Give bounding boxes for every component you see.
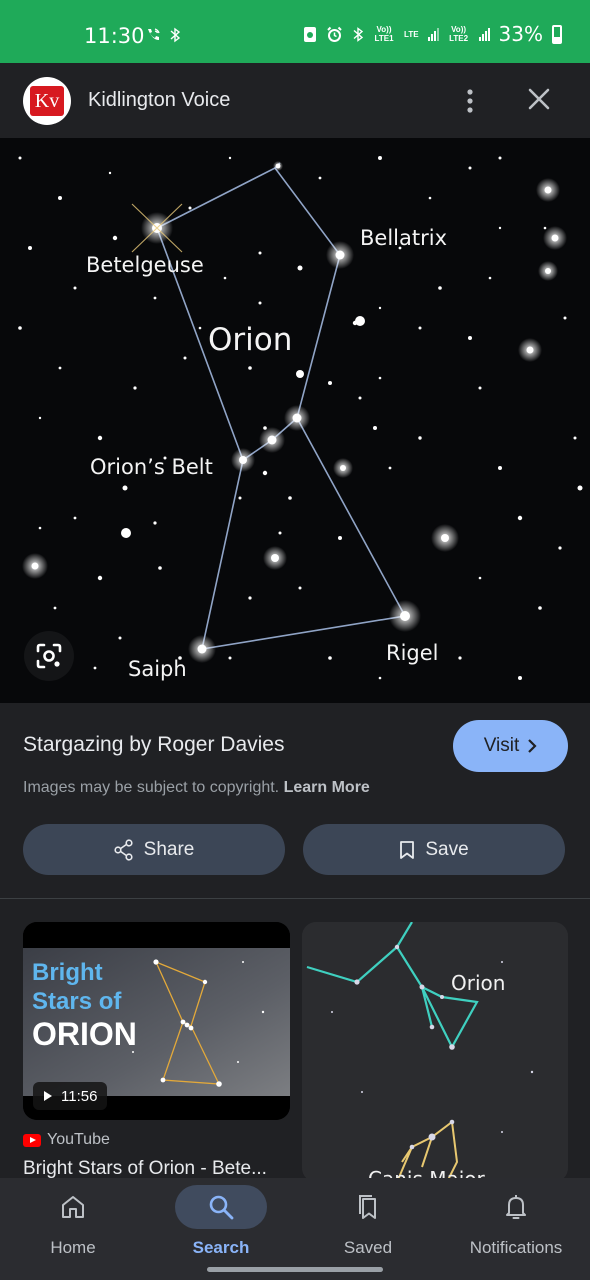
image-title: Stargazing by Roger Davies (23, 733, 285, 756)
nav-search[interactable]: Search (175, 1178, 267, 1280)
learn-more-link[interactable]: Learn More (284, 779, 370, 796)
label-saiph: Saiph (128, 657, 187, 681)
site-logo[interactable]: Kv (23, 77, 71, 125)
more-vert-icon[interactable] (458, 87, 482, 115)
result-title[interactable]: Bright Stars of Orion - Bete... (23, 1158, 267, 1180)
google-lens-button[interactable] (24, 631, 74, 681)
lte-indicator: LTE (404, 29, 419, 39)
youtube-icon (23, 1133, 41, 1147)
divider (0, 898, 590, 899)
alarm-icon (327, 26, 342, 42)
close-icon[interactable] (525, 85, 553, 113)
video-duration-badge: 11:56 (33, 1082, 108, 1110)
nav-notifications-label: Notifications (469, 1238, 563, 1257)
source-name: YouTube (47, 1131, 110, 1148)
orion-constellation-image[interactable]: Betelgeuse Bellatrix Orion Orion’s Belt … (0, 138, 590, 703)
nav-home-label: Home (50, 1238, 96, 1257)
label-orions-belt: Orion’s Belt (90, 455, 213, 479)
label-orion: Orion (208, 322, 292, 358)
label-bellatrix: Bellatrix (360, 226, 447, 250)
status-bar: 11:30 Vo)) LTE1 LTE Vo)) LTE2 33% (0, 0, 590, 63)
nav-home[interactable]: Home (27, 1178, 119, 1280)
lens-icon (36, 643, 62, 669)
visit-label: Visit (483, 735, 520, 756)
visit-button[interactable]: Visit (453, 720, 568, 772)
copyright-notice: Images may be subject to copyright. Lear… (23, 779, 370, 797)
related-result-card-2[interactable]: Orion Canis Major (302, 922, 568, 1182)
result-source: YouTube (23, 1131, 110, 1149)
volte2-indicator: Vo)) LTE2 (449, 25, 469, 43)
wifi-call-icon (148, 28, 160, 40)
duration-text: 11:56 (61, 1087, 98, 1105)
share-label: Share (143, 838, 195, 860)
thumb-line2: Stars of (32, 988, 122, 1015)
bright-stars (22, 161, 567, 663)
label-betelgeuse: Betelgeuse (86, 253, 204, 277)
thumb-line1: Bright (32, 959, 103, 986)
volte1-indicator: Vo)) LTE1 (374, 25, 394, 43)
site-logo-text: Kv (30, 86, 64, 116)
thumb2-label-orion: Orion (451, 971, 505, 995)
search-icon (209, 1195, 234, 1220)
viewer-header: Kv Kidlington Voice (0, 63, 590, 138)
related-result-card[interactable]: Bright Stars of ORION 11:56 (23, 922, 290, 1120)
thumb-line3: ORION (32, 1016, 137, 1052)
constellation-illustration: Betelgeuse Bellatrix Orion Orion’s Belt … (18, 156, 583, 681)
share-icon (114, 838, 133, 861)
share-button[interactable]: Share (23, 824, 285, 875)
chevron-right-icon (528, 739, 537, 753)
save-button[interactable]: Save (303, 824, 565, 875)
nav-saved-label: Saved (343, 1238, 393, 1257)
site-name[interactable]: Kidlington Voice (88, 89, 230, 112)
signal-icon-2 (478, 27, 490, 41)
nfc-icon (304, 26, 317, 42)
battery-percent: 33% (498, 22, 543, 46)
bluetooth-icon-2 (353, 26, 364, 42)
save-label: Save (425, 838, 469, 860)
nav-notifications[interactable]: Notifications (456, 1178, 576, 1280)
status-time: 11:30 (84, 24, 145, 48)
nav-saved[interactable]: Saved (322, 1178, 414, 1280)
constellation-thumbnail: Orion Canis Major (302, 922, 568, 1182)
label-rigel: Rigel (386, 641, 439, 665)
home-icon (62, 1196, 84, 1218)
play-icon (44, 1091, 52, 1101)
bluetooth-icon (170, 27, 181, 43)
bell-icon (506, 1195, 526, 1219)
bookmarks-icon (359, 1195, 376, 1219)
bookmark-icon (400, 840, 415, 859)
signal-icon (427, 27, 439, 41)
copyright-text: Images may be subject to copyright. (23, 779, 280, 796)
gesture-bar[interactable] (207, 1267, 383, 1272)
battery-icon (552, 24, 562, 44)
bottom-navigation: Home Search Saved Notifications (0, 1178, 590, 1280)
nav-search-label: Search (192, 1238, 250, 1257)
